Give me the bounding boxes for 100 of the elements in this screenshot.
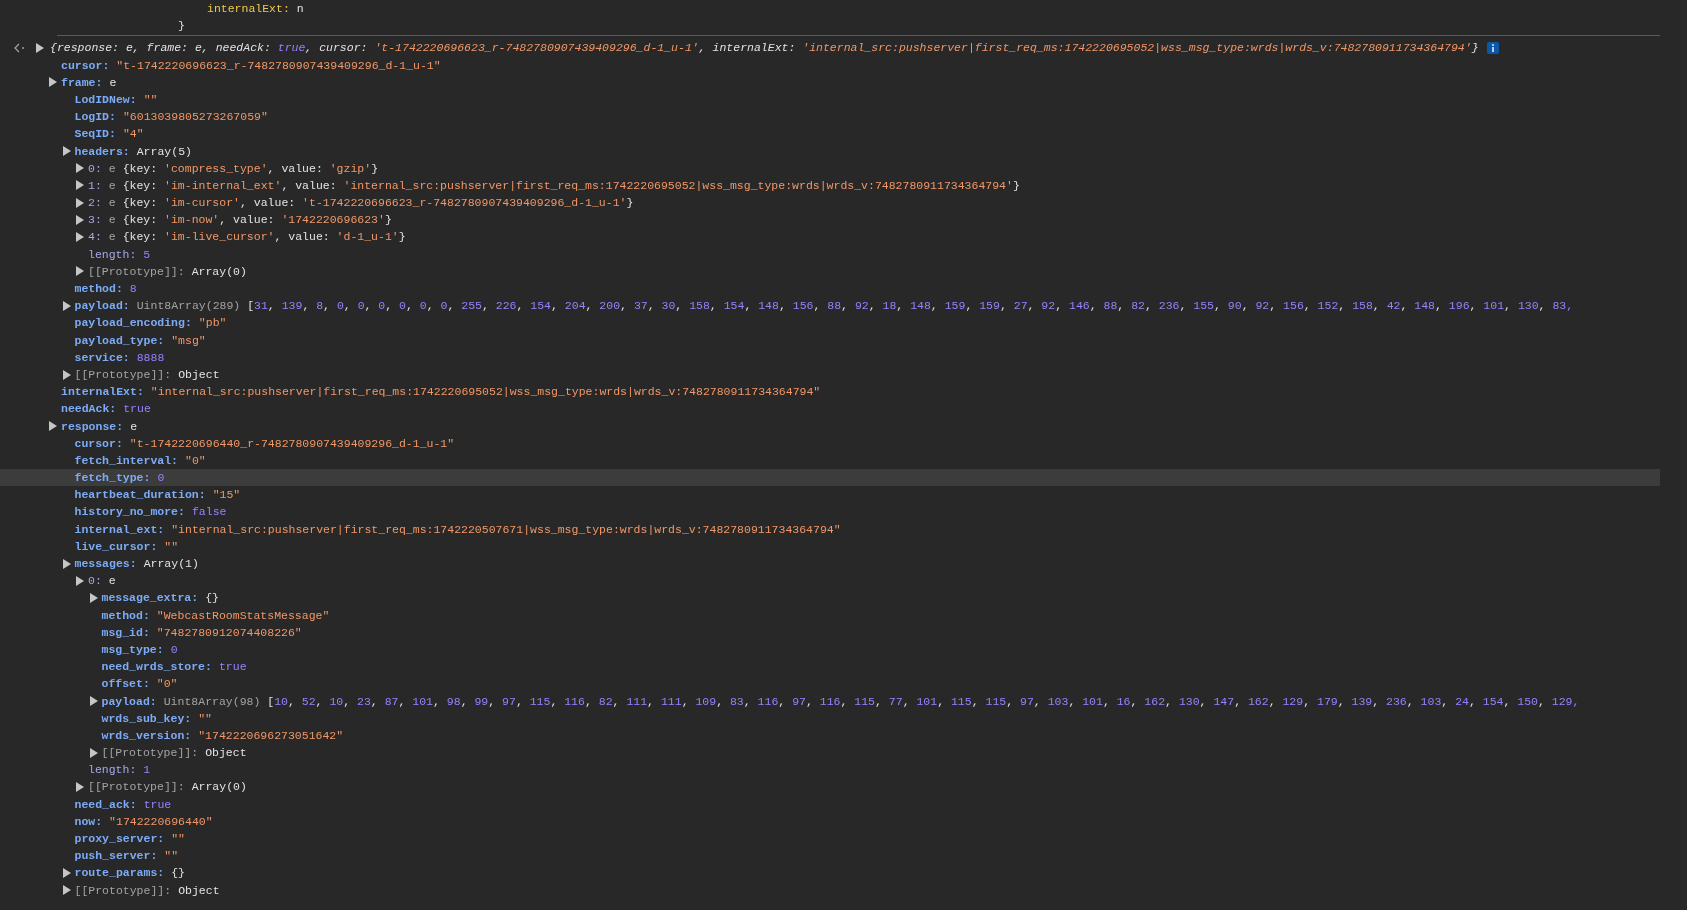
property-value: "4": [122, 126, 144, 143]
property-key: msg_type:: [101, 640, 164, 659]
property-value: Array(1): [143, 556, 199, 572]
expand-arrow-icon[interactable]: [62, 146, 71, 157]
property-value: e {key: 'im-live_cursor', value: 'd-1_u-1'}: [108, 229, 406, 246]
property-key: proxy_server:: [74, 830, 165, 848]
property-value: Object: [205, 745, 247, 762]
property-key: message_extra:: [101, 589, 199, 607]
expand-arrow-icon[interactable]: [62, 300, 71, 311]
property-value: 0: [157, 470, 165, 487]
property-value: 1: [143, 762, 151, 779]
property-value: 8: [129, 281, 137, 297]
info-icon[interactable]: [1486, 41, 1499, 54]
property-value: {}: [205, 590, 219, 607]
expand-arrow-icon[interactable]: [62, 867, 71, 878]
property-value: e {key: 'im-internal_ext', value: 'internal_src:pushserver|first_req_ms:1742220695052|wss_msg_type:wrds|wrds_v:7482780911734364794'}: [108, 177, 1020, 194]
property-key: needAck:: [61, 400, 117, 418]
property-value: Array(0): [191, 263, 247, 280]
property-value: true: [123, 401, 151, 418]
property-key: need_wrds_store:: [101, 658, 212, 676]
property-key: 0:: [88, 572, 102, 590]
property-key: 2:: [88, 194, 102, 212]
property-key: 4:: [88, 228, 102, 246]
property-value: true: [218, 659, 247, 676]
chevron-left-icon: [14, 42, 26, 53]
property-value: Uint8Array(289) [31, 139, 8, 0, 0, 0, 0, 0, 0, 255, 226, 154, 204, 200, 37, 30, 158, 154, 148, 156, 88, 92, 18, 148, 159, 159, 27, 92, 146, 88, 82, 236, 155, 90, 92, 156, 152, 158, 42, 148, 196, 101, 130, 83,: [136, 298, 1574, 315]
expand-arrow-icon[interactable]: [76, 197, 84, 208]
property-value: {}: [171, 865, 186, 882]
property-value: e {key: 'im-now', value: '1742220696623'}: [108, 212, 392, 229]
property-value: "": [164, 538, 179, 555]
property-value: "t-1742220696623_r-7482780907439409296_d-1_u-1": [116, 57, 441, 74]
code-key: internalExt:: [207, 2, 290, 15]
expand-arrow-icon[interactable]: [76, 266, 84, 277]
property-value: "0": [185, 452, 206, 469]
property-value: "6013039805273267059": [122, 109, 268, 126]
property-value: "pb": [198, 315, 227, 332]
property-value: e: [109, 74, 117, 91]
property-value: "1742220696273051642": [198, 727, 344, 744]
property-key: route_params:: [74, 864, 165, 882]
property-value: "": [171, 831, 186, 847]
expand-arrow-icon[interactable]: [89, 696, 98, 707]
property-value: Object: [178, 882, 220, 899]
closing-brace: }: [178, 19, 185, 33]
property-key: offset:: [101, 675, 150, 693]
property-key: headers:: [74, 142, 130, 160]
property-key: wrds_version:: [101, 726, 192, 745]
property-key: payload:: [101, 692, 157, 710]
property-key: service:: [74, 348, 130, 366]
expand-arrow-icon[interactable]: [76, 782, 84, 793]
property-value: Array(5): [136, 143, 192, 160]
expand-arrow-icon[interactable]: [62, 369, 71, 380]
property-value: "": [198, 710, 213, 727]
expand-arrow-icon[interactable]: [76, 163, 84, 174]
property-key: live_cursor:: [74, 537, 158, 555]
property-value: true: [143, 796, 172, 813]
expand-arrow-icon[interactable]: [89, 592, 98, 603]
property-value: "internal_src:pushserver|first_req_ms:1742220507671|wss_msg_type:wrds|wrds_v:7482780911734364794": [171, 521, 841, 538]
property-key: LogID:: [74, 108, 116, 126]
expand-arrow-icon[interactable]: [36, 42, 44, 53]
expand-arrow-icon[interactable]: [76, 214, 84, 225]
expand-arrow-icon[interactable]: [49, 421, 57, 432]
property-value: e: [108, 573, 116, 590]
expand-arrow-icon[interactable]: [76, 180, 84, 191]
expand-arrow-icon[interactable]: [62, 558, 71, 569]
expand-arrow-icon[interactable]: [62, 885, 71, 896]
expand-arrow-icon[interactable]: [76, 232, 84, 243]
expand-arrow-icon[interactable]: [49, 77, 57, 88]
property-key: method:: [74, 280, 123, 298]
property-value: "7482780912074408226": [156, 624, 302, 641]
property-value: "msg": [171, 332, 206, 349]
expand-arrow-icon[interactable]: [89, 747, 98, 758]
property-key: [[Prototype]]:: [74, 365, 172, 384]
property-value: e {key: 'im-cursor', value: 't-1742220696623_r-7482780907439409296_d-1_u-1'}: [108, 195, 634, 212]
property-key: push_server:: [74, 847, 158, 865]
code-value: n: [296, 2, 304, 15]
property-value: "t-1742220696440_r-7482780907439409296_d-1_u-1": [129, 435, 455, 452]
property-key: [[Prototype]]:: [88, 778, 185, 796]
property-key: msg_id:: [101, 623, 150, 641]
property-key: 0:: [88, 159, 102, 177]
property-key: history_no_more:: [74, 503, 185, 521]
property-value: Object: [178, 366, 220, 383]
property-key: [[Prototype]]:: [88, 262, 185, 280]
property-value: "0": [156, 676, 178, 693]
property-key: 3:: [88, 211, 102, 229]
property-key: cursor:: [61, 56, 110, 74]
property-value: "": [143, 91, 158, 108]
property-value: Array(0): [191, 779, 247, 796]
property-key: length:: [88, 245, 137, 263]
property-key: cursor:: [74, 434, 123, 452]
expand-arrow-icon[interactable]: [76, 575, 84, 586]
property-value: "15": [212, 487, 241, 504]
property-value: 0: [170, 641, 178, 658]
property-key: internal_ext:: [74, 520, 165, 538]
property-key: internalExt:: [61, 383, 144, 401]
property-key: response:: [61, 417, 124, 435]
property-key: [[Prototype]]:: [101, 744, 199, 762]
property-value: 8888: [136, 349, 165, 366]
property-value: "WebcastRoomStatsMessage": [156, 607, 330, 624]
property-key: frame:: [61, 73, 103, 91]
property-key: heartbeat_duration:: [74, 486, 206, 504]
